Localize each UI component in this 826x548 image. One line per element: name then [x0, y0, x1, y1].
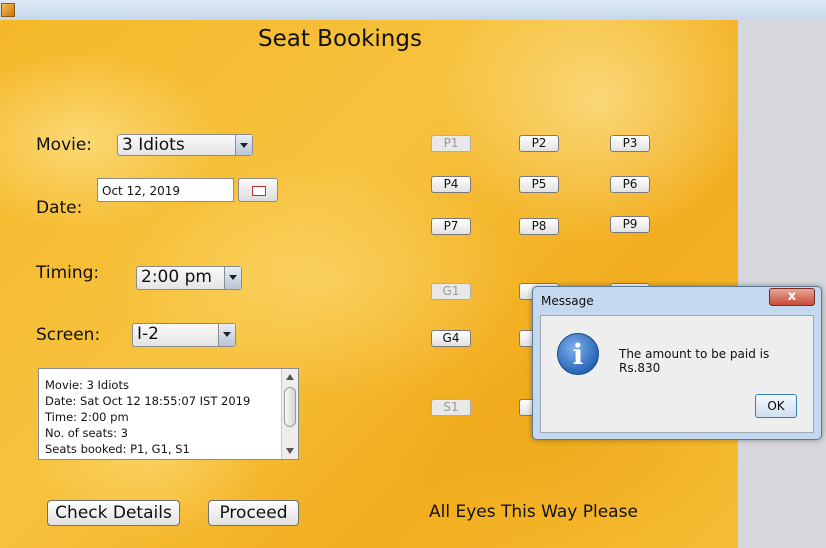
- timing-select[interactable]: 2:00 pm: [136, 266, 242, 290]
- summary-line: Date: Sat Oct 12 18:55:07 IST 2019: [45, 394, 251, 408]
- chevron-down-icon[interactable]: [224, 267, 241, 289]
- summary-line: No. of seats: 3: [45, 426, 128, 440]
- check-details-button[interactable]: Check Details: [47, 500, 180, 526]
- seat-p2[interactable]: P2: [519, 135, 559, 152]
- calendar-button[interactable]: [238, 178, 278, 202]
- date-field[interactable]: Oct 12, 2019: [97, 178, 234, 202]
- calendar-icon: [252, 186, 266, 196]
- screen-select-value: I-2: [137, 324, 159, 344]
- screen-label: Screen:: [36, 325, 101, 345]
- window-titlebar: [0, 0, 826, 21]
- movie-select[interactable]: 3 Idiots: [117, 134, 253, 156]
- date-label: Date:: [36, 198, 83, 218]
- java-app-icon: [1, 3, 15, 17]
- summary-line: Movie: 3 Idiots: [45, 378, 129, 392]
- dialog-title: Message: [541, 294, 594, 308]
- seat-p6[interactable]: P6: [610, 176, 650, 193]
- seat-g4[interactable]: G4: [431, 330, 471, 347]
- dialog-message: The amount to be paid is Rs.830: [619, 347, 770, 375]
- seat-p1: P1: [431, 135, 471, 152]
- proceed-button[interactable]: Proceed: [208, 500, 299, 526]
- right-background-strip: [738, 20, 826, 548]
- seat-p3[interactable]: P3: [610, 135, 650, 152]
- movie-label: Movie:: [36, 135, 93, 155]
- chevron-down-icon[interactable]: [218, 324, 235, 346]
- booking-summary[interactable]: Movie: 3 Idiots Date: Sat Oct 12 18:55:0…: [38, 368, 299, 460]
- seat-s1: S1: [431, 399, 471, 416]
- dialog-body: i The amount to be paid is Rs.830 OK: [540, 315, 814, 433]
- seat-p5[interactable]: P5: [519, 176, 559, 193]
- summary-scrollbar[interactable]: [281, 369, 298, 459]
- summary-line: Time: 2:00 pm: [45, 410, 129, 424]
- ok-button[interactable]: OK: [755, 394, 797, 418]
- timing-select-value: 2:00 pm: [141, 267, 212, 287]
- seat-p4[interactable]: P4: [431, 176, 471, 193]
- seat-p8[interactable]: P8: [519, 218, 559, 235]
- screen-select[interactable]: I-2: [132, 323, 236, 347]
- info-icon: i: [557, 333, 599, 375]
- seat-p9[interactable]: P9: [610, 216, 650, 233]
- movie-select-value: 3 Idiots: [122, 135, 185, 155]
- scroll-thumb[interactable]: [284, 387, 296, 427]
- summary-lines: Movie: 3 Idiots Date: Sat Oct 12 18:55:0…: [45, 377, 250, 457]
- page-title: Seat Bookings: [258, 26, 422, 52]
- chevron-down-icon[interactable]: [235, 135, 252, 155]
- seat-p7[interactable]: P7: [431, 218, 471, 235]
- scroll-down-arrow-icon[interactable]: [286, 448, 294, 454]
- footer-text: All Eyes This Way Please: [429, 502, 638, 522]
- close-button[interactable]: x: [769, 288, 815, 306]
- scroll-up-arrow-icon[interactable]: [286, 374, 294, 380]
- message-dialog: Message x i The amount to be paid is Rs.…: [532, 286, 822, 440]
- summary-line: Seats booked: P1, G1, S1: [45, 442, 190, 456]
- timing-label: Timing:: [36, 263, 100, 283]
- seat-g1: G1: [431, 283, 471, 300]
